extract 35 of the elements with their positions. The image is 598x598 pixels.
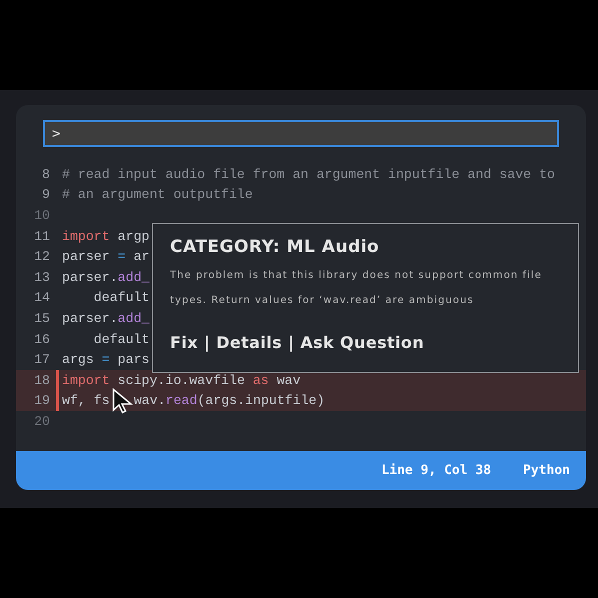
code-line: parser.add_ (62, 310, 150, 326)
line-number: 19 (33, 393, 50, 408)
line-number: 9 (41, 187, 50, 202)
action-link[interactable]: Details (216, 333, 282, 352)
code-line: parser.add_ (62, 270, 150, 285)
line-number: 15 (33, 310, 50, 326)
line-number: 17 (33, 352, 50, 368)
separator: | (204, 333, 210, 352)
code-line: import scipy.io.wavfile as wav (62, 372, 301, 388)
popup-title: CATEGORY: ML Audio (170, 237, 380, 257)
code-line: wav.read(args.inputfile) (134, 393, 325, 408)
code-line: wf, fs (62, 393, 110, 408)
code-line: parser = ar (62, 249, 150, 264)
popup-message: The problem is that this library does not support common file types. Return values for ‘wav.read’ are ambiguous (170, 269, 543, 308)
line-number: 13 (33, 270, 50, 285)
command-field[interactable]: > (43, 120, 559, 147)
code-line: deafult (92, 290, 150, 306)
line-number: 16 (33, 332, 50, 347)
action-link[interactable]: Fix (170, 333, 198, 352)
code-line: import argp (62, 228, 150, 244)
line-number: 11 (33, 228, 50, 244)
line-number: 18 (33, 372, 50, 388)
action-link[interactable]: Ask Question (300, 333, 424, 352)
mouse-pointer-icon (112, 388, 134, 414)
line-number: 14 (33, 290, 50, 306)
separator: | (288, 333, 294, 352)
cursor-position: Line 9, Col 38 (381, 463, 492, 478)
line-number: 20 (33, 414, 50, 429)
code-line: default (92, 332, 150, 347)
code-line: # read input audio file from an argument inputfile and save to (62, 166, 555, 182)
code-line: args = pars (62, 352, 150, 368)
line-number: 12 (33, 249, 50, 264)
code-line: # an argument outputfile (62, 187, 253, 202)
line-number: 10 (33, 208, 50, 223)
line-number: 8 (41, 166, 50, 182)
